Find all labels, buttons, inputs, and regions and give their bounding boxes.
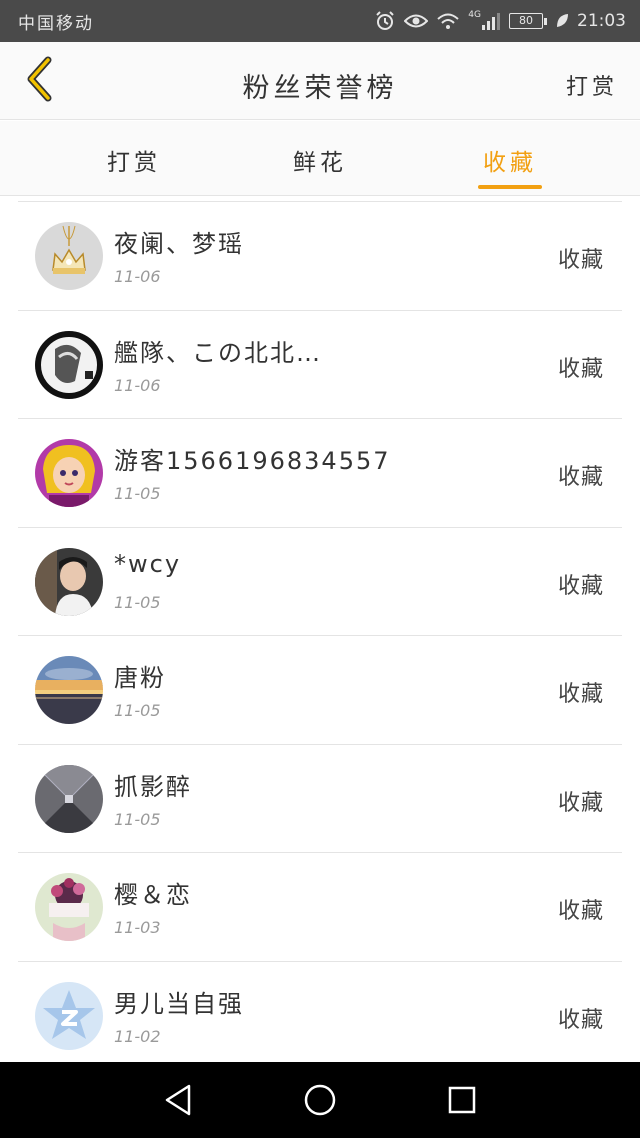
active-tab-indicator — [478, 185, 542, 189]
list-item[interactable]: *wcy 11-05 收藏 — [18, 528, 622, 636]
user-date: 11-06 — [114, 375, 161, 395]
user-date: 11-05 — [114, 809, 161, 829]
user-name: 唐粉 — [114, 664, 166, 692]
default-star-avatar-icon — [35, 981, 103, 1050]
list-item[interactable]: 唐粉 11-05 收藏 — [18, 636, 622, 745]
favorite-label: 收藏 — [557, 248, 604, 273]
cellular-signal-icon: 4G — [468, 10, 501, 30]
tab-bar: 打赏 鲜花 收藏 — [0, 121, 640, 196]
favorite-label: 收藏 — [557, 790, 604, 816]
list-item[interactable]: 抓影醉 11-05 收藏 — [18, 745, 622, 853]
system-nav-bar — [0, 1062, 640, 1138]
tab-favorites-label: 收藏 — [483, 150, 537, 176]
avatar[interactable] — [35, 222, 103, 290]
user-date: 11-05 — [114, 484, 161, 503]
user-date: 11-02 — [114, 1026, 161, 1046]
favorite-label: 收藏 — [557, 573, 604, 599]
user-date: 11-05 — [114, 592, 161, 612]
user-name: 樱＆恋 — [114, 881, 192, 909]
wifi-icon — [436, 12, 460, 30]
app-header: 粉丝荣誉榜 打赏 — [0, 42, 640, 120]
avatar[interactable] — [35, 547, 103, 616]
user-date: 11-03 — [114, 918, 161, 937]
favorite-label: 收藏 — [557, 682, 604, 707]
avatar[interactable] — [35, 330, 103, 399]
tab-reward[interactable]: 打赏 — [96, 143, 172, 193]
status-bar: 中国移动 4G 80 21:03 — [0, 0, 640, 42]
avatar[interactable] — [35, 656, 103, 724]
user-name: 艦隊、この北北… — [114, 338, 322, 367]
status-icons: 4G 80 21:03 — [374, 10, 626, 32]
user-name: 抓影醉 — [114, 772, 192, 801]
reward-button[interactable]: 打赏 — [566, 69, 618, 101]
tab-flowers[interactable]: 鲜花 — [280, 143, 360, 193]
flowers-avatar-icon — [35, 873, 103, 941]
favorite-label: 收藏 — [557, 1007, 604, 1033]
cartoon-girl-avatar-icon — [35, 439, 103, 507]
square-recents-icon — [447, 1085, 477, 1119]
favorite-label: 收藏 — [557, 899, 604, 924]
user-date: 11-06 — [114, 267, 161, 286]
eye-icon — [404, 12, 429, 30]
tunnel-avatar-icon — [35, 764, 103, 833]
triangle-back-icon — [163, 1083, 193, 1121]
user-date: 11-05 — [114, 701, 161, 720]
circle-home-icon — [303, 1083, 337, 1121]
leaf-icon — [555, 13, 569, 29]
list-item[interactable]: 游客1566196834557 11-05 收藏 — [18, 419, 622, 528]
avatar[interactable] — [35, 873, 103, 941]
user-name: *wcy — [114, 549, 182, 578]
carrier-name: 中国移动 — [18, 13, 94, 34]
sunset-landscape-avatar-icon — [35, 656, 103, 724]
user-name: 游客1566196834557 — [114, 447, 391, 475]
nav-back-button[interactable] — [158, 1082, 198, 1122]
tab-favorites[interactable]: 收藏 — [474, 143, 546, 193]
network-type: 4G — [468, 10, 481, 20]
favorite-label: 收藏 — [557, 465, 604, 490]
list-item[interactable]: 男儿当自强 11-02 收藏 — [18, 962, 622, 1070]
favorite-label: 收藏 — [557, 356, 604, 382]
battery-icon: 80 — [509, 13, 547, 29]
alarm-icon — [374, 10, 396, 32]
avatar[interactable] — [35, 439, 103, 507]
user-name: 男儿当自强 — [114, 989, 244, 1018]
battery-level: 80 — [509, 13, 543, 29]
clock: 21:03 — [577, 11, 626, 31]
list-item[interactable]: 樱＆恋 11-03 收藏 — [18, 853, 622, 962]
nav-recents-button[interactable] — [442, 1082, 482, 1122]
avatar[interactable] — [35, 981, 103, 1050]
user-name: 夜阑、梦瑶 — [114, 230, 244, 258]
crown-pendant-avatar-icon — [35, 222, 103, 290]
page-title: 粉丝荣誉榜 — [242, 73, 398, 104]
fan-list: 夜阑、梦瑶 11-06 收藏 艦隊、この北北… 11-06 收藏 游客15661… — [18, 201, 622, 1070]
list-item[interactable]: 夜阑、梦瑶 11-06 收藏 — [18, 202, 622, 311]
avatar[interactable] — [35, 764, 103, 833]
boy-portrait-avatar-icon — [35, 547, 103, 616]
list-item[interactable]: 艦隊、この北北… 11-06 收藏 — [18, 311, 622, 419]
dark-figure-avatar-icon — [35, 330, 103, 399]
nav-home-button[interactable] — [300, 1082, 340, 1122]
